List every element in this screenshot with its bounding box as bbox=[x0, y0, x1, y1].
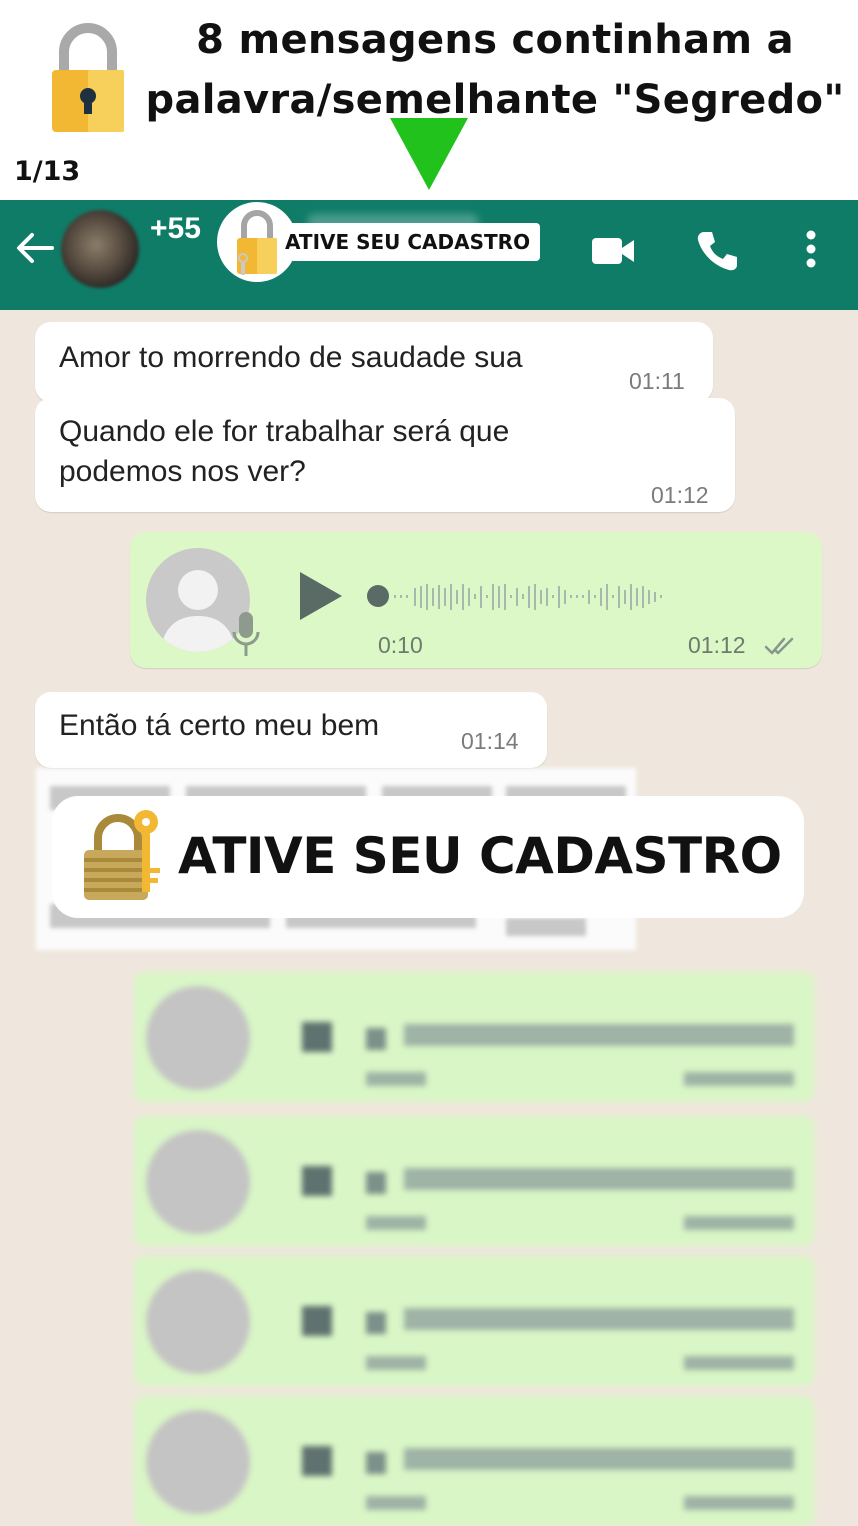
message-time: 01:11 bbox=[629, 368, 685, 394]
lock-icon bbox=[52, 23, 124, 132]
message-bubble[interactable]: Amor to morrendo de saudade sua 01:11 bbox=[35, 322, 713, 402]
voice-duration: 0:10 bbox=[378, 632, 423, 658]
voice-message-bubble[interactable]: 0:10 01:12 bbox=[130, 532, 822, 668]
message-text-line-1: Quando ele for trabalhar será que bbox=[59, 415, 510, 448]
video-call-icon[interactable] bbox=[590, 228, 636, 274]
lock-key-icon bbox=[84, 810, 160, 900]
message-text-line-2: podemos nos ver? bbox=[59, 455, 306, 488]
message-time: 01:12 bbox=[688, 632, 746, 658]
message-text: Amor to morrendo de saudade sua bbox=[59, 341, 523, 374]
microphone-icon bbox=[232, 612, 260, 656]
promo-banner: 8 mensagens continham a palavra/semelhan… bbox=[0, 0, 858, 200]
blurred-voice-message bbox=[134, 1256, 814, 1386]
message-time: 01:14 bbox=[461, 728, 519, 754]
more-vert-icon[interactable] bbox=[788, 228, 834, 274]
badge-label: ATIVE SEU CADASTRO bbox=[277, 223, 541, 261]
promo-title: 8 mensagens continham a palavra/semelhan… bbox=[145, 17, 845, 123]
message-text: Então tá certo meu bem bbox=[59, 709, 380, 742]
register-overlay: ATIVE SEU CADASTRO bbox=[52, 796, 804, 918]
back-arrow-icon[interactable] bbox=[14, 227, 56, 269]
chat-area: Amor to morrendo de saudade sua 01:11 Qu… bbox=[0, 310, 858, 1526]
contact-phone-prefix[interactable]: +55 bbox=[150, 212, 201, 246]
chat-header: +55 ATIVE SEU CADASTRO bbox=[0, 200, 858, 310]
register-overlay-label: ATIVE SEU CADASTRO bbox=[178, 827, 782, 885]
blurred-voice-message bbox=[134, 1116, 814, 1246]
message-bubble[interactable]: Quando ele for trabalhar será que podemo… bbox=[35, 398, 735, 512]
contact-avatar[interactable] bbox=[61, 210, 139, 288]
phone-icon[interactable] bbox=[694, 228, 740, 274]
lock-icon bbox=[237, 210, 277, 275]
message-time: 01:12 bbox=[651, 482, 709, 508]
double-check-icon bbox=[764, 637, 794, 655]
play-icon[interactable] bbox=[296, 570, 346, 622]
voice-waveform[interactable] bbox=[364, 582, 794, 614]
blurred-voice-message bbox=[134, 972, 814, 1102]
slide-counter: 1/13 bbox=[14, 156, 81, 187]
down-arrow-icon bbox=[390, 118, 468, 190]
blurred-voice-message bbox=[134, 1396, 814, 1526]
message-bubble[interactable]: Então tá certo meu bem 01:14 bbox=[35, 692, 547, 768]
